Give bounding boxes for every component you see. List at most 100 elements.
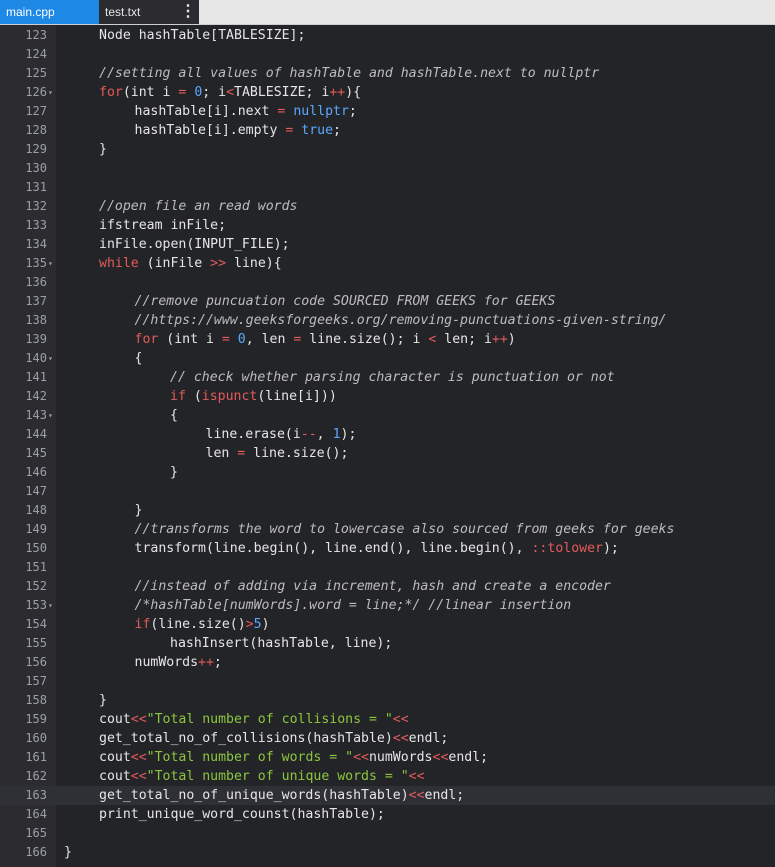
code-text: transform(line.begin(), line.end(), line… — [135, 539, 619, 558]
code-line[interactable]: 166} — [0, 843, 775, 862]
code-token: ; — [213, 655, 222, 670]
tab-main-cpp[interactable]: main.cpp — [0, 0, 99, 24]
code-token: numWords — [134, 655, 199, 670]
code-token: if — [134, 617, 151, 632]
code-token: << — [130, 769, 147, 784]
code-line[interactable]: 128 hashTable[i].empty = true; — [0, 121, 775, 140]
code-token: } — [170, 465, 178, 480]
code-text: cout<<"Total number of collisions = "<< — [99, 710, 409, 729]
code-token: } — [134, 503, 143, 518]
line-number: 136 — [25, 275, 47, 289]
code-line[interactable]: 141 // check whether parsing character is… — [0, 368, 775, 387]
code-line[interactable]: 155 hashInsert(hashTable, line); — [0, 634, 775, 653]
line-number: 157 — [25, 674, 47, 688]
code-line[interactable]: 151 — [0, 558, 775, 577]
code-line[interactable]: 131 — [0, 178, 775, 197]
code-line[interactable]: 160 get_total_no_of_collisions(hashTable)… — [0, 729, 775, 748]
code-text: //instead of adding via increment, hash … — [135, 577, 611, 596]
code-line[interactable]: 126 ▾ for(int i = 0; i<TABLESIZE; i++){ — [0, 83, 775, 102]
code-line[interactable]: 125 //setting all values of hashTable and… — [0, 64, 775, 83]
code-token: ); — [340, 427, 357, 442]
code-line[interactable]: 153 ▾ /*hashTable[numWords].word = line;*/… — [0, 596, 775, 615]
code-editor[interactable]: 123 Node hashTable[TABLESIZE]; 124 125 //set… — [0, 25, 775, 867]
code-line[interactable]: 156 numWords++; — [0, 653, 775, 672]
fold-chevron-icon[interactable]: ▾ — [48, 83, 56, 102]
code-token: nullptr — [293, 104, 349, 119]
code-line[interactable]: 165 — [0, 824, 775, 843]
line-number: 141 — [25, 370, 47, 384]
code-line[interactable]: 163 get_total_no_of_unique_words(hashTabl… — [0, 786, 775, 805]
code-line[interactable]: 140 ▾ { — [0, 349, 775, 368]
code-line[interactable]: 143 ▾ { — [0, 406, 775, 425]
code-line[interactable]: 130 — [0, 159, 775, 178]
code-line[interactable]: 148} — [0, 501, 775, 520]
code-text: len = line.size(); — [206, 444, 349, 463]
code-line[interactable]: 136 — [0, 273, 775, 292]
fold-chevron-icon[interactable]: ▾ — [48, 349, 56, 368]
code-line[interactable]: 164 print_unique_word_counst(hashTable); — [0, 805, 775, 824]
fold-chevron-icon[interactable]: ▾ — [48, 254, 56, 273]
code-line[interactable]: 135 ▾ while (inFile >> line){ — [0, 254, 775, 273]
code-text: get_total_no_of_unique_words(hashTable)<… — [99, 786, 464, 805]
fold-chevron-icon[interactable]: ▾ — [48, 406, 56, 425]
fold-chevron-icon[interactable]: ▾ — [48, 596, 56, 615]
code-token: inFile.open(INPUT_FILE); — [99, 237, 290, 252]
code-line[interactable]: 142 if (ispunct(line[i])) — [0, 387, 775, 406]
code-text: while (inFile >> line){ — [99, 254, 282, 273]
code-token: , — [316, 427, 333, 442]
code-token: > — [245, 617, 254, 632]
code-text: if (ispunct(line[i])) — [170, 387, 337, 406]
code-line[interactable]: 144 line.erase(i--, 1); — [0, 425, 775, 444]
code-token: len; i — [436, 332, 492, 347]
code-line[interactable]: 162 cout<<"Total number of unique words =… — [0, 767, 775, 786]
code-token: //transforms the word to lowercase also … — [134, 522, 675, 537]
code-text: } — [99, 140, 107, 159]
code-line[interactable]: 133 ifstream inFile; — [0, 216, 775, 235]
code-line[interactable]: 145 len = line.size(); — [0, 444, 775, 463]
code-line[interactable]: 134 inFile.open(INPUT_FILE); — [0, 235, 775, 254]
code-line[interactable]: 149 //transforms the word to lowercase al… — [0, 520, 775, 539]
line-number: 124 — [25, 47, 47, 61]
code-token: { — [170, 408, 178, 423]
code-text: get_total_no_of_collisions(hashTable)<<e… — [99, 729, 448, 748]
code-line[interactable]: 123 Node hashTable[TABLESIZE]; — [0, 26, 775, 45]
line-number: 158 — [25, 693, 47, 707]
code-line[interactable]: 147 — [0, 482, 775, 501]
code-line[interactable]: 159 cout<<"Total number of collisions = "… — [0, 710, 775, 729]
code-line[interactable]: 124 — [0, 45, 775, 64]
code-text: for(int i = 0; i<TABLESIZE; i++){ — [99, 83, 361, 102]
code-text: cout<<"Total number of words = "<<numWor… — [99, 748, 488, 767]
code-line[interactable]: 129} — [0, 140, 775, 159]
code-text: { — [170, 406, 178, 425]
code-token: line.erase(i — [205, 427, 301, 442]
line-number: 146 — [25, 465, 47, 479]
code-token: } — [64, 845, 72, 860]
code-line[interactable]: 146} — [0, 463, 775, 482]
code-line[interactable]: 152 //instead of adding via increment, ha… — [0, 577, 775, 596]
code-line[interactable]: 150 transform(line.begin(), line.end(), l… — [0, 539, 775, 558]
code-line[interactable]: 132 //open file an read words — [0, 197, 775, 216]
code-line[interactable]: 157 — [0, 672, 775, 691]
code-line[interactable]: 139 for (int i = 0, len = line.size(); i … — [0, 330, 775, 349]
code-line[interactable]: 127 hashTable[i].next = nullptr; — [0, 102, 775, 121]
code-token: get_total_no_of_collisions(hashTable) — [99, 731, 393, 746]
code-token: << — [408, 769, 425, 784]
code-line[interactable]: 158} — [0, 691, 775, 710]
code-token: ; — [333, 123, 341, 138]
code-text: numWords++; — [135, 653, 222, 672]
code-token: 0 — [237, 332, 246, 347]
code-line[interactable]: 138 //https://www.geeksforgeeks.org/remov… — [0, 311, 775, 330]
kebab-menu-icon[interactable]: ⋮ — [178, 0, 198, 24]
code-line[interactable]: 161 cout<<"Total number of words = "<<num… — [0, 748, 775, 767]
code-line[interactable]: 137 //remove puncuation code SOURCED FROM… — [0, 292, 775, 311]
code-token: TABLESIZE; i — [234, 85, 330, 100]
code-text: //open file an read words — [99, 197, 298, 216]
code-line[interactable]: 154 if(line.size()>5) — [0, 615, 775, 634]
code-text: //remove puncuation code SOURCED FROM GE… — [135, 292, 556, 311]
code-token: (inFile — [138, 256, 211, 271]
line-number: 125 — [25, 66, 47, 80]
code-token: len — [205, 446, 238, 461]
line-number: 161 — [25, 750, 47, 764]
code-text: hashInsert(hashTable, line); — [170, 634, 392, 653]
line-number: 159 — [25, 712, 47, 726]
